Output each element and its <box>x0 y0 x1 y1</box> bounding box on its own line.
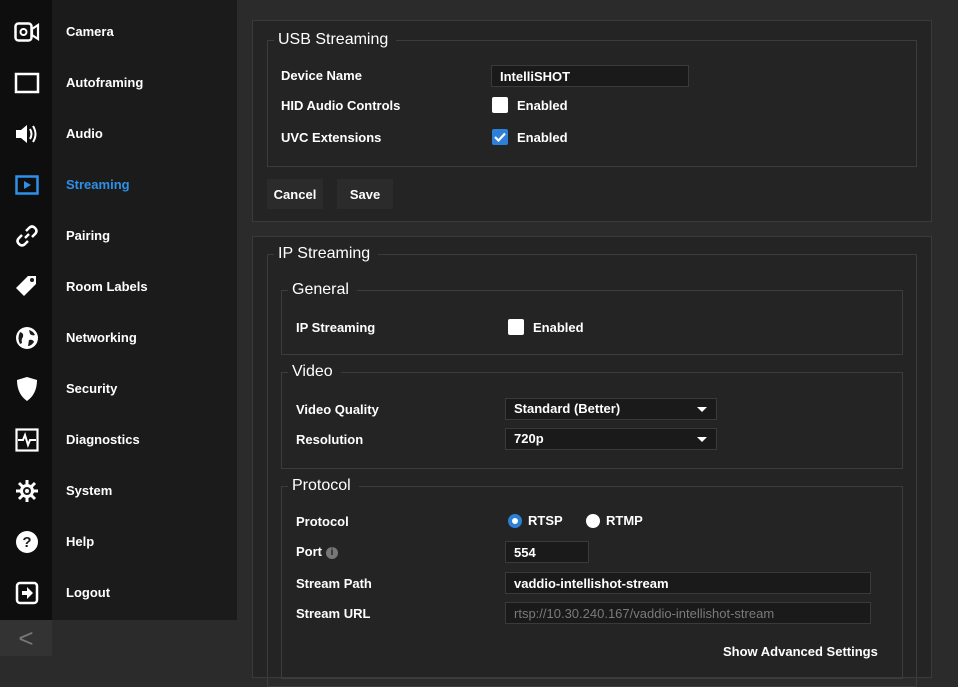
uvc-extensions-label: UVC Extensions <box>281 130 382 145</box>
sidebar-item-networking[interactable]: Networking <box>0 312 237 363</box>
sidebar-footer <box>52 620 237 656</box>
sidebar-item-diagnostics[interactable]: Diagnostics <box>0 414 237 465</box>
info-icon[interactable]: i <box>326 547 338 559</box>
sidebar-item-label: Streaming <box>66 177 130 192</box>
sidebar-item-autoframing[interactable]: Autoframing <box>0 57 237 108</box>
sidebar-item-security[interactable]: Security <box>0 363 237 414</box>
radio-dot[interactable] <box>586 513 600 528</box>
play-icon <box>13 171 41 199</box>
checkbox-box[interactable] <box>508 319 524 335</box>
svg-text:?: ? <box>22 534 31 551</box>
checkbox-label: Enabled <box>517 97 568 113</box>
usb-streaming-panel: USB Streaming Device Name HID Audio Cont… <box>252 20 932 222</box>
sidebar-item-label: Audio <box>66 126 103 141</box>
ip-streaming-checkbox[interactable]: Enabled <box>508 319 584 335</box>
port-input[interactable] <box>505 541 589 563</box>
device-name-input[interactable] <box>491 65 689 87</box>
resolution-label: Resolution <box>296 432 364 447</box>
video-quality-label: Video Quality <box>296 402 379 417</box>
sidebar-item-label: Logout <box>66 585 111 600</box>
rtsp-radio[interactable]: RTSP <box>508 513 563 528</box>
select-value: 720p <box>514 431 544 446</box>
caret-down-icon <box>697 407 707 412</box>
link-icon <box>13 222 41 250</box>
check-icon <box>494 132 506 142</box>
show-advanced-settings-link[interactable]: Show Advanced Settings <box>723 644 878 659</box>
sidebar-item-system[interactable]: System <box>0 465 237 516</box>
globe-icon <box>13 324 41 352</box>
sidebar-item-label: Networking <box>66 330 137 345</box>
checkbox-label: Enabled <box>533 319 584 335</box>
sidebar-item-label: System <box>66 483 113 498</box>
chevron-left-icon: < <box>18 622 34 653</box>
hid-audio-controls-checkbox[interactable]: Enabled <box>492 97 568 113</box>
save-button[interactable]: Save <box>337 179 393 209</box>
ip-streaming-panel: IP Streaming General IP Streaming Enable… <box>252 236 932 687</box>
sidebar-item-label: Help <box>66 534 95 549</box>
question-icon: ? <box>13 528 41 556</box>
port-label-text: Port <box>296 544 322 559</box>
sidebar-item-help[interactable]: ? Help <box>0 516 237 567</box>
stream-path-label: Stream Path <box>296 576 372 591</box>
speaker-icon <box>13 120 41 148</box>
rtmp-radio[interactable]: RTMP <box>586 513 643 528</box>
radio-dot[interactable] <box>508 513 522 528</box>
video-title: Video <box>292 363 333 380</box>
device-name-label: Device Name <box>281 68 362 83</box>
checkbox-box[interactable] <box>492 97 508 113</box>
radio-label: RTSP <box>528 513 563 528</box>
sidebar-item-label: Camera <box>66 24 114 39</box>
autoframing-icon <box>13 69 41 97</box>
sidebar-item-camera[interactable]: Camera <box>0 6 237 57</box>
select-value: Standard (Better) <box>514 401 621 416</box>
stream-path-input[interactable] <box>505 572 871 594</box>
sidebar-item-label: Pairing <box>66 228 111 243</box>
cancel-button[interactable]: Cancel <box>267 179 323 209</box>
stream-url-field[interactable] <box>505 602 871 624</box>
checkbox-box[interactable] <box>492 129 508 145</box>
tag-icon <box>13 273 41 301</box>
sidebar-item-streaming[interactable]: Streaming <box>0 159 237 210</box>
pulse-icon <box>13 426 41 454</box>
protocol-label: Protocol <box>296 514 349 529</box>
gear-icon <box>13 477 41 505</box>
video-quality-select[interactable]: Standard (Better) <box>505 398 717 420</box>
port-label: Port i <box>296 544 338 559</box>
sidebar-item-pairing[interactable]: Pairing <box>0 210 237 261</box>
camera-icon <box>13 18 41 46</box>
general-title: General <box>292 281 349 298</box>
shield-icon <box>13 375 41 403</box>
ip-streaming-title: IP Streaming <box>278 245 371 262</box>
resolution-select[interactable]: 720p <box>505 428 717 450</box>
sidebar-item-logout[interactable]: Logout <box>0 567 237 618</box>
sidebar-item-audio[interactable]: Audio <box>0 108 237 159</box>
radio-label: RTMP <box>606 513 643 528</box>
caret-down-icon <box>697 437 707 442</box>
sidebar-item-label: Security <box>66 381 118 396</box>
sidebar-item-label: Room Labels <box>66 279 148 294</box>
sidebar-item-room-labels[interactable]: Room Labels <box>0 261 237 312</box>
checkbox-label: Enabled <box>517 129 568 145</box>
sidebar-collapse-button[interactable]: < <box>0 620 52 656</box>
general-fieldset: General <box>281 281 903 355</box>
stream-url-label: Stream URL <box>296 606 371 621</box>
hid-audio-controls-label: HID Audio Controls <box>281 98 401 113</box>
usb-streaming-title: USB Streaming <box>278 31 389 48</box>
logout-icon <box>13 579 41 607</box>
protocol-title: Protocol <box>292 477 351 494</box>
uvc-extensions-checkbox[interactable]: Enabled <box>492 129 568 145</box>
ip-streaming-label: IP Streaming <box>296 320 376 335</box>
sidebar-item-label: Autoframing <box>66 75 144 90</box>
sidebar: Camera Autoframing Audio Streaming Pairi… <box>0 0 237 656</box>
sidebar-item-label: Diagnostics <box>66 432 140 447</box>
